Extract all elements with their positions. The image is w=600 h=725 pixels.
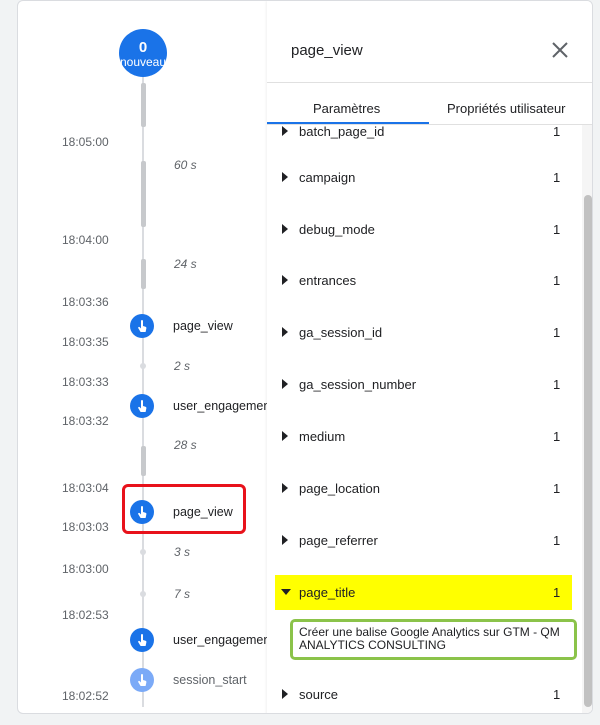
event-user-engagement[interactable]: user_engagement: [173, 633, 274, 647]
param-count: 1: [553, 222, 561, 237]
time-gap: 3 s: [174, 545, 191, 559]
event-page-view[interactable]: page_view: [173, 319, 233, 333]
event-timeline: 0 nouveau 18:05:00 18:04:00 18:03:36 18:…: [18, 1, 274, 713]
caret-right-icon: [282, 483, 288, 493]
caret-right-icon: [282, 224, 288, 234]
tab-proprietes-utilisateur[interactable]: Propriétés utilisateur: [447, 101, 566, 116]
timestamp: 18:03:36: [62, 295, 109, 309]
param-count: 1: [553, 273, 561, 288]
counter-label: nouveau: [119, 55, 167, 69]
param-name: campaign: [299, 170, 356, 185]
param-row-batch-page-id[interactable]: batch_page_id 1: [267, 125, 582, 147]
time-gap: 60 s: [174, 158, 197, 172]
param-count: 1: [553, 125, 561, 139]
param-name: entrances: [299, 273, 357, 288]
param-count: 1: [553, 687, 561, 702]
param-name: page_title: [299, 585, 356, 600]
timestamp: 18:03:35: [62, 335, 109, 349]
param-row-debug-mode[interactable]: debug_mode 1: [267, 215, 582, 245]
param-name: page_location: [299, 481, 380, 496]
param-name: ga_session_id: [299, 325, 383, 340]
timeline-dot: [140, 591, 146, 597]
time-gap: 2 s: [174, 359, 191, 373]
timestamp: 18:04:00: [62, 233, 109, 247]
timestamp: 18:03:32: [62, 414, 109, 428]
pointer-icon[interactable]: [130, 628, 154, 652]
caret-right-icon: [282, 535, 288, 545]
tab-parametres[interactable]: Paramètres: [313, 101, 380, 116]
caret-down-icon: [281, 589, 291, 595]
time-gap: 28 s: [174, 438, 197, 452]
timestamp: 18:03:03: [62, 520, 109, 534]
scrollbar-thumb[interactable]: [584, 195, 592, 707]
param-name: batch_page_id: [299, 125, 385, 139]
param-row-page-title[interactable]: page_title 1: [275, 575, 572, 610]
param-count: 1: [553, 533, 561, 548]
caret-right-icon: [282, 689, 288, 699]
timestamp: 18:03:33: [62, 375, 109, 389]
param-name: source: [299, 687, 339, 702]
timeline-segment: [141, 259, 146, 289]
param-name: ga_session_number: [299, 377, 417, 392]
param-count: 1: [553, 585, 561, 600]
parameter-list: batch_page_id 1 campaign 1 debug_mode 1 …: [267, 125, 592, 713]
timestamp: 18:02:53: [62, 608, 109, 622]
panel-title: page_view: [291, 42, 363, 59]
pointer-icon[interactable]: [130, 668, 154, 692]
param-row-campaign[interactable]: campaign 1: [267, 163, 582, 193]
caret-right-icon: [282, 126, 288, 136]
timeline-segment: [141, 161, 146, 227]
param-row-ga-session-number[interactable]: ga_session_number 1: [267, 370, 582, 400]
pointer-icon[interactable]: [130, 314, 154, 338]
caret-right-icon: [282, 431, 288, 441]
param-count: 1: [553, 377, 561, 392]
caret-right-icon: [282, 379, 288, 389]
param-count: 1: [553, 170, 561, 185]
param-row-medium[interactable]: medium 1: [267, 422, 582, 452]
time-gap: 24 s: [174, 257, 197, 271]
close-icon[interactable]: [550, 40, 570, 60]
panel-header: page_view: [267, 1, 592, 83]
param-count: 1: [553, 429, 561, 444]
param-row-page-location[interactable]: page_location 1: [267, 474, 582, 504]
timeline-dot: [140, 549, 146, 555]
debugview-card: 0 nouveau 18:05:00 18:04:00 18:03:36 18:…: [17, 0, 593, 714]
param-count: 1: [553, 481, 561, 496]
timestamp: 18:03:04: [62, 481, 109, 495]
timestamp: 18:02:52: [62, 689, 109, 703]
timeline-segment: [141, 83, 146, 127]
event-user-engagement[interactable]: user_engagement: [173, 399, 274, 413]
param-row-page-referrer[interactable]: page_referrer 1: [267, 526, 582, 556]
caret-right-icon: [282, 275, 288, 285]
time-gap: 7 s: [174, 587, 191, 601]
pointer-icon[interactable]: [130, 394, 154, 418]
panel-tabs: Paramètres Propriétés utilisateur: [267, 83, 592, 125]
param-count: 1: [553, 325, 561, 340]
param-name: page_referrer: [299, 533, 378, 548]
caret-right-icon: [282, 327, 288, 337]
param-row-entrances[interactable]: entrances 1: [267, 266, 582, 296]
new-events-counter[interactable]: 0 nouveau: [119, 29, 167, 77]
param-name: debug_mode: [299, 222, 375, 237]
timestamp: 18:05:00: [62, 135, 109, 149]
param-name: medium: [299, 429, 346, 444]
active-tab-indicator: [267, 122, 429, 124]
param-row-source[interactable]: source 1: [267, 680, 582, 710]
timeline-dot: [140, 363, 146, 369]
timestamp: 18:03:00: [62, 562, 109, 576]
counter-value: 0: [138, 39, 148, 56]
selected-event-highlight: [122, 484, 246, 534]
event-session-start[interactable]: session_start: [173, 673, 247, 687]
timeline-segment: [141, 446, 146, 476]
event-detail-panel: page_view Paramètres Propriétés utilisat…: [267, 1, 592, 713]
param-row-ga-session-id[interactable]: ga_session_id 1: [267, 318, 582, 348]
page-title-value: Créer une balise Google Analytics sur GT…: [290, 619, 577, 660]
caret-right-icon: [282, 172, 288, 182]
